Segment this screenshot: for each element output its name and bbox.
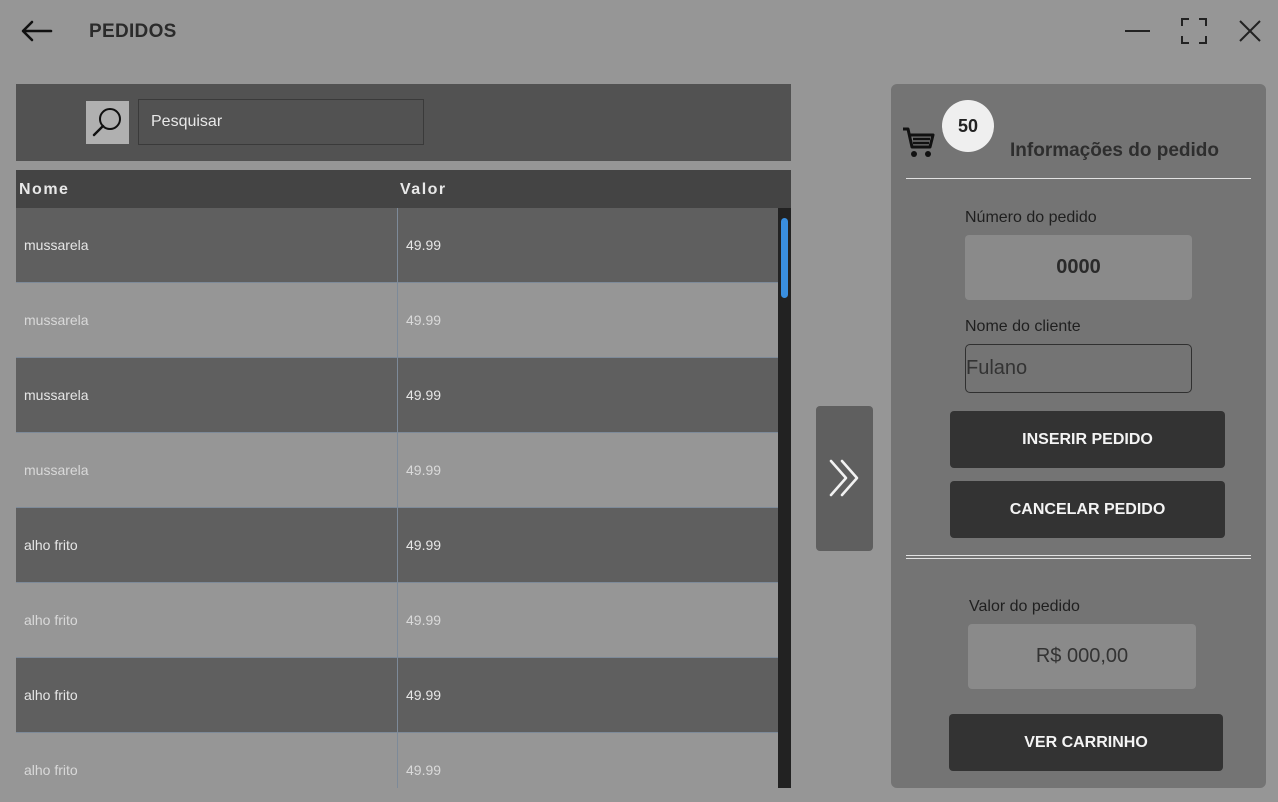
order-info-panel: 50 Informações do pedido Número do pedid…	[891, 84, 1266, 788]
table-row[interactable]: mussarela 49.99	[16, 283, 778, 358]
cell-name: alho frito	[24, 762, 78, 778]
cell-value: 49.99	[397, 283, 778, 357]
order-value-field: R$ 000,00	[968, 624, 1196, 689]
client-name-input[interactable]	[965, 344, 1192, 393]
close-button[interactable]	[1233, 14, 1267, 48]
divider	[906, 558, 1251, 559]
client-name-label: Nome do cliente	[965, 318, 1081, 335]
cell-name: mussarela	[24, 387, 89, 403]
cell-name: alho frito	[24, 687, 78, 703]
column-header-value[interactable]: Valor	[400, 181, 447, 199]
panel-title: Informações do pedido	[1010, 140, 1220, 161]
scrollbar-thumb[interactable]	[781, 218, 788, 298]
search-button[interactable]	[86, 101, 129, 144]
cell-name: mussarela	[24, 312, 89, 328]
cell-name: mussarela	[24, 462, 89, 478]
view-cart-button[interactable]: VER CARRINHO	[949, 714, 1223, 771]
cell-name: alho frito	[24, 612, 78, 628]
app-window: PEDIDOS Nome Valor mussa	[0, 0, 1278, 802]
cell-value: 49.99	[397, 583, 778, 657]
cell-value: 49.99	[397, 433, 778, 507]
column-header-name[interactable]: Nome	[19, 181, 69, 199]
table-header: Nome Valor	[16, 170, 791, 208]
table-rows: mussarela 49.99 mussarela 49.99 mussarel…	[16, 208, 778, 788]
double-chevron-right-icon	[829, 459, 859, 497]
page-title: PEDIDOS	[89, 21, 177, 42]
close-icon	[1239, 20, 1261, 42]
cell-name: mussarela	[24, 237, 89, 253]
table-row[interactable]: alho frito 49.99	[16, 583, 778, 658]
cart-count-badge: 50	[942, 100, 994, 152]
table-row[interactable]: alho frito 49.99	[16, 508, 778, 583]
divider	[906, 178, 1251, 179]
cart-icon	[903, 127, 935, 157]
cell-value: 49.99	[397, 208, 778, 282]
search-bar	[16, 84, 791, 161]
scrollbar-track[interactable]	[778, 208, 791, 788]
minimize-icon	[1125, 30, 1150, 32]
cell-value: 49.99	[397, 358, 778, 432]
cell-value: 49.99	[397, 733, 778, 788]
search-input[interactable]	[138, 99, 424, 145]
insert-order-button[interactable]: INSERIR PEDIDO	[950, 411, 1225, 468]
table-row[interactable]: mussarela 49.99	[16, 358, 778, 433]
table-row[interactable]: alho frito 49.99	[16, 658, 778, 733]
order-number-field: 0000	[965, 235, 1192, 300]
cell-name: alho frito	[24, 537, 78, 553]
table-row[interactable]: mussarela 49.99	[16, 208, 778, 283]
products-table: Nome Valor mussarela 49.99 mussarela 49.…	[16, 170, 791, 788]
add-to-order-button[interactable]	[816, 406, 873, 551]
cell-value: 49.99	[397, 508, 778, 582]
cell-value: 49.99	[397, 658, 778, 732]
back-button[interactable]	[18, 16, 56, 46]
order-value-label: Valor do pedido	[969, 598, 1080, 615]
table-row[interactable]: alho frito 49.99	[16, 733, 778, 788]
maximize-button[interactable]	[1177, 14, 1211, 48]
divider	[906, 555, 1251, 556]
arrow-left-icon	[21, 20, 53, 42]
table-row[interactable]: mussarela 49.99	[16, 433, 778, 508]
minimize-button[interactable]	[1120, 14, 1154, 48]
order-number-label: Número do pedido	[965, 209, 1097, 226]
cancel-order-button[interactable]: CANCELAR PEDIDO	[950, 481, 1225, 538]
search-icon	[92, 108, 121, 137]
maximize-icon	[1181, 18, 1207, 44]
